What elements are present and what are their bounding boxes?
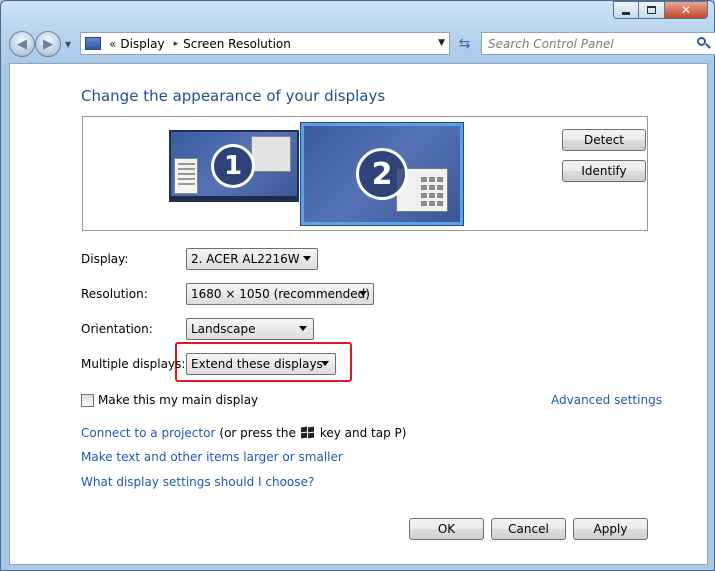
window: ✕ ◀ ▶ ▼ « Display ▸ Screen Resolution ▼ … [0, 0, 715, 571]
connect-projector-link[interactable]: Connect to a projector [81, 426, 215, 440]
address-dropdown-icon[interactable]: ▼ [438, 38, 445, 48]
monitor-number: 1 [211, 144, 255, 188]
breadcrumb-separator-icon[interactable]: ▸ [174, 39, 179, 49]
search-icon[interactable] [694, 35, 712, 53]
main-display-label[interactable]: Make this my main display [98, 393, 258, 407]
resolution-value: 1680 × 1050 (recommended) [191, 287, 370, 301]
display-label: Display: [81, 252, 129, 266]
recent-pages-dropdown[interactable]: ▼ [65, 40, 71, 49]
maximize-button[interactable] [639, 1, 665, 19]
window-thumbnail [174, 158, 198, 194]
cancel-button[interactable]: Cancel [491, 518, 566, 540]
text-size-row: Make text and other items larger or smal… [81, 450, 343, 464]
multiple-displays-select[interactable]: Extend these displays [186, 353, 336, 375]
close-icon: ✕ [680, 3, 692, 17]
refresh-icon: ⇆ [458, 35, 471, 52]
content-pane: Change the appearance of your displays 1… [9, 63, 708, 565]
resolution-label: Resolution: [81, 287, 148, 301]
maximize-icon [647, 6, 656, 14]
detect-label: Detect [583, 133, 624, 147]
page-title: Change the appearance of your displays [81, 87, 386, 105]
cancel-label: Cancel [508, 522, 549, 536]
apply-button[interactable]: Apply [573, 518, 648, 540]
monitor-1[interactable]: 1 [169, 130, 299, 202]
chevron-down-icon [359, 291, 367, 296]
chevron-down-icon [299, 326, 307, 331]
monitor-number: 2 [356, 148, 408, 200]
close-button[interactable]: ✕ [665, 1, 708, 19]
text-size-link[interactable]: Make text and other items larger or smal… [81, 450, 343, 464]
detect-button[interactable]: Detect [562, 129, 646, 151]
identify-label: Identify [581, 164, 627, 178]
advanced-settings-link[interactable]: Advanced settings [551, 393, 662, 407]
forward-arrow-icon: ▶ [43, 36, 53, 52]
search-input[interactable]: Search Control Panel [488, 37, 694, 51]
ok-button[interactable]: OK [409, 518, 484, 540]
search-box[interactable]: Search Control Panel [481, 32, 715, 55]
orientation-value: Landscape [191, 322, 256, 336]
multiple-displays-label: Multiple displays: [81, 357, 186, 371]
windows-logo-icon [300, 426, 315, 439]
forward-button[interactable]: ▶ [35, 31, 61, 57]
resolution-select[interactable]: 1680 × 1050 (recommended) [186, 283, 374, 305]
breadcrumb-display[interactable]: Display [120, 37, 164, 51]
chevron-down-icon [321, 361, 329, 366]
apply-label: Apply [593, 522, 628, 536]
back-arrow-icon: ◀ [17, 36, 27, 52]
refresh-button[interactable]: ⇆ [453, 32, 476, 55]
breadcrumb-screen-resolution[interactable]: Screen Resolution [183, 37, 291, 51]
window-thumbnail [251, 136, 291, 172]
control-panel-icon [85, 37, 101, 50]
chevron-down-icon [303, 256, 311, 261]
orientation-select[interactable]: Landscape [186, 318, 314, 340]
caption-buttons: ✕ [613, 1, 708, 19]
projector-hint-after: key and tap P) [319, 426, 407, 440]
monitor-2[interactable]: 2 [300, 122, 464, 226]
minimize-button[interactable] [613, 1, 639, 19]
breadcrumb-overflow[interactable]: « [109, 37, 116, 51]
address-bar[interactable]: « Display ▸ Screen Resolution ▼ [80, 32, 450, 55]
display-value: 2. ACER AL2216W [191, 252, 300, 266]
main-display-checkbox[interactable] [81, 393, 94, 407]
projector-row: Connect to a projector (or press the key… [81, 426, 406, 440]
back-button[interactable]: ◀ [9, 31, 35, 57]
multiple-displays-value: Extend these displays [191, 357, 323, 371]
taskbar-thumbnail [171, 196, 297, 200]
minimize-icon [622, 11, 630, 15]
projector-hint-before: (or press the [219, 426, 296, 440]
display-settings-help-link[interactable]: What display settings should I choose? [81, 475, 314, 489]
ok-label: OK [437, 522, 456, 536]
orientation-label: Orientation: [81, 322, 153, 336]
navigation-bar: ◀ ▶ ▼ « Display ▸ Screen Resolution ▼ ⇆ … [9, 29, 715, 59]
main-display-option[interactable]: Make this my main display [81, 393, 258, 407]
display-select[interactable]: 2. ACER AL2216W [186, 248, 318, 270]
identify-button[interactable]: Identify [562, 160, 646, 182]
help-row: What display settings should I choose? [81, 475, 314, 489]
